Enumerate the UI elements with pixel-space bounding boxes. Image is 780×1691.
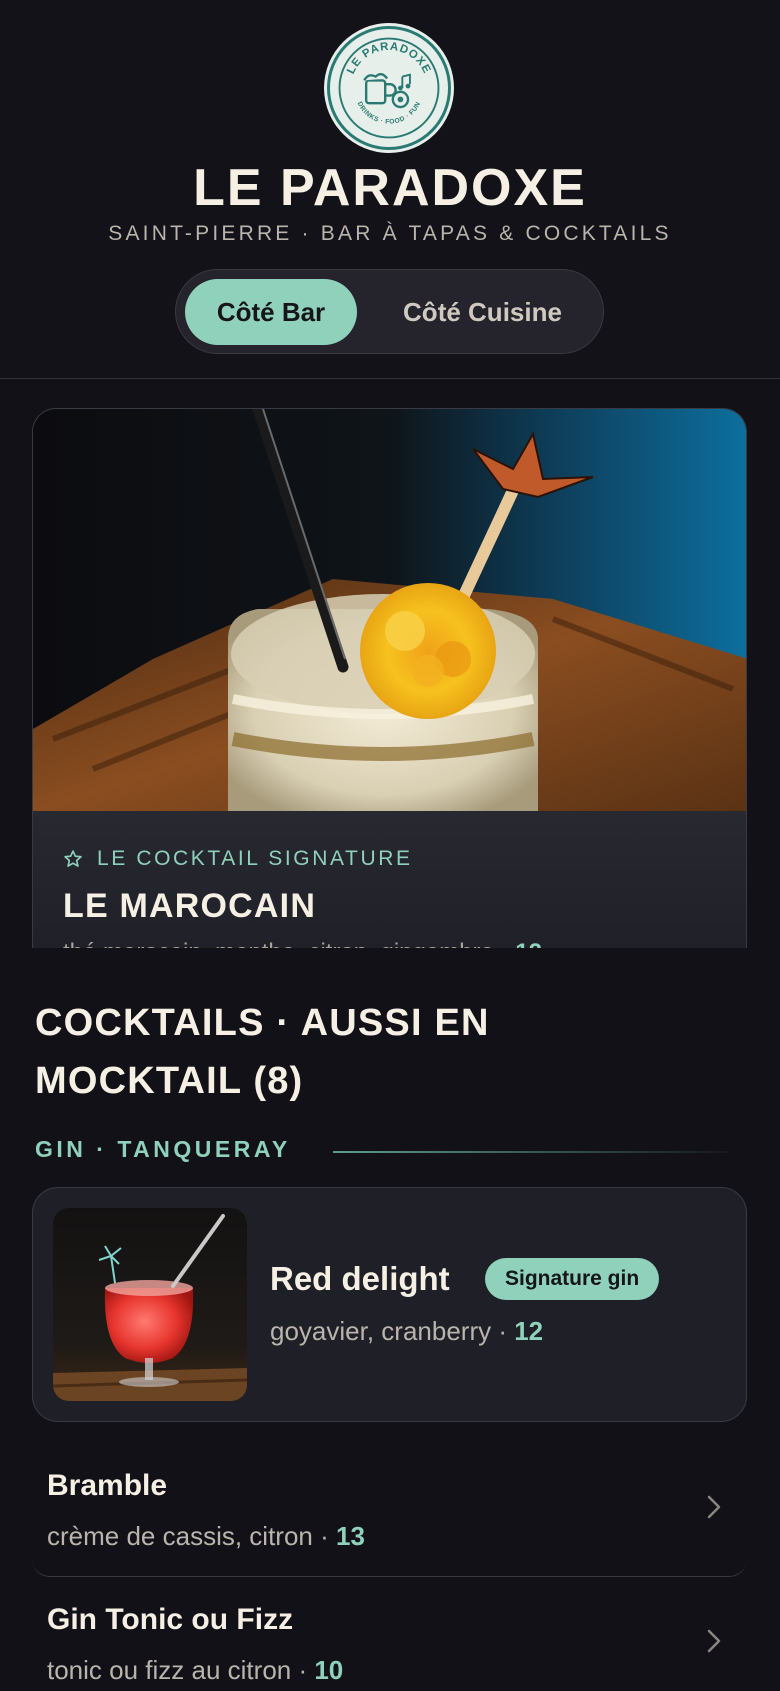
signature-cocktail-card[interactable]: LE COCKTAIL SIGNATURE LE MAROCAIN thé ma… [32, 408, 747, 948]
item-price: 10 [314, 1655, 344, 1685]
item-name: Bramble [47, 1469, 168, 1502]
chevron-right-icon [707, 1629, 721, 1653]
signature-ingredients: thé marocain, menthe, citron, gingembre [63, 939, 494, 948]
app-header: LE PARADOXE DRINKS · FOOD · FUN LE PARAD… [0, 0, 780, 379]
signature-kicker: LE COCKTAIL SIGNATURE [63, 847, 413, 871]
item-name: Red delight [270, 1260, 450, 1297]
item-name: Gin Tonic ou Fizz [47, 1603, 294, 1636]
drink-image [53, 1208, 247, 1401]
item-description: crème de cassis, citron · 13 [47, 1521, 365, 1551]
item-ingredients: crème de cassis, citron [47, 1521, 313, 1551]
red-delight-photo [53, 1208, 247, 1401]
tab-cote-bar[interactable]: Côté Bar [185, 279, 357, 345]
divider [333, 1151, 728, 1153]
menu-section-toggle: Côté Bar Côté Cuisine [175, 269, 604, 354]
subsection-label: GIN · TANQUERAY [35, 1136, 291, 1162]
item-description: tonic ou fizz au citron · 10 [47, 1655, 344, 1685]
tagline: SAINT-PIERRE · BAR À TAPAS & COCKTAILS [108, 222, 672, 245]
svg-text:LE PARADOXE: LE PARADOXE [345, 41, 433, 76]
item-price: 13 [335, 1521, 365, 1551]
logo-emblem: LE PARADOXE DRINKS · FOOD · FUN [338, 37, 440, 139]
signature-cocktail-body [33, 811, 746, 948]
logo-motto: DRINKS · FOOD · FUN [356, 101, 422, 126]
svg-text:DRINKS · FOOD · FUN: DRINKS · FOOD · FUN [356, 101, 423, 126]
item-price: 12 [514, 1316, 544, 1346]
signature-kicker-label: LE COCKTAIL SIGNATURE [97, 847, 413, 870]
tab-cote-cuisine[interactable]: Côté Cuisine [370, 279, 595, 345]
section-title: COCKTAILS · AUSSI EN MOCKTAIL (8) [35, 1002, 490, 1102]
page-title: LE PARADOXE [193, 159, 587, 217]
item-ingredients: tonic ou fizz au citron [47, 1655, 292, 1685]
item-description: goyavier, cranberry · 12 [270, 1316, 544, 1346]
le-paradoxe-logo[interactable]: LE PARADOXE DRINKS · FOOD · FUN [327, 26, 451, 150]
signature-price: 12 [515, 939, 542, 948]
star-icon [64, 850, 82, 867]
menu-item-gin-tonic-fizz[interactable]: Gin Tonic ou Fizz tonic ou fizz au citro… [32, 1577, 747, 1691]
signature-gin-badge: Signature gin [485, 1258, 660, 1300]
signature-cocktail-title: LE MAROCAIN [63, 887, 317, 925]
menu-item-bramble[interactable]: Bramble crème de cassis, citron · 13 [32, 1443, 747, 1577]
signature-cocktail-desc: thé marocain, menthe, citron, gingembre … [63, 939, 542, 948]
menu-item-red-delight[interactable]: Red delight Signature gin goyavier, cran… [32, 1187, 747, 1422]
cocktail-photo [33, 409, 746, 811]
logo-ring-text: LE PARADOXE [345, 41, 432, 76]
item-ingredients: goyavier, cranberry [270, 1316, 492, 1346]
chevron-right-icon [707, 1495, 721, 1519]
